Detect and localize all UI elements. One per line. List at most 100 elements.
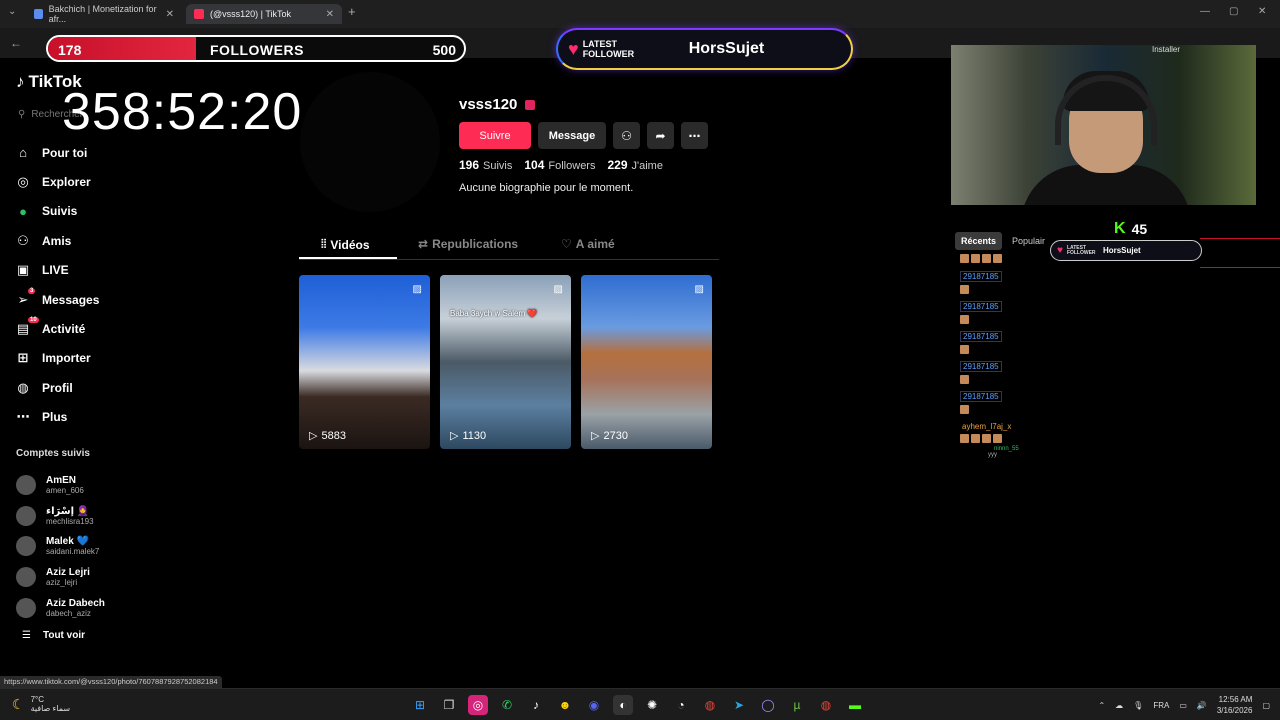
latest-follower-name: HorsSujet bbox=[688, 40, 765, 57]
maximize-icon[interactable]: ▢ bbox=[1229, 6, 1238, 17]
play-icon: ▷ bbox=[309, 430, 318, 442]
browser-icon[interactable]: ◯ bbox=[758, 695, 778, 715]
heart-outline-icon: ♡ bbox=[561, 237, 572, 251]
chrome-icon[interactable]: ◍ bbox=[700, 695, 720, 715]
following-account[interactable]: AmEN amen_606 bbox=[16, 470, 105, 501]
profile-username: vsss120 bbox=[459, 96, 536, 113]
see-all-link[interactable]: ☰ Tout voir bbox=[22, 630, 85, 641]
add-friend-icon[interactable]: ⚇ bbox=[613, 122, 640, 149]
following-account[interactable]: Aziz Dabech dabech_aziz bbox=[16, 592, 105, 623]
sidebar-item-suivis[interactable]: ● Suivis bbox=[14, 197, 264, 226]
share-icon[interactable]: ➦ bbox=[647, 122, 674, 149]
utorrent-icon[interactable]: µ bbox=[787, 695, 807, 715]
chat-username[interactable]: 29187185 bbox=[960, 271, 1002, 282]
following-account[interactable]: إسْرَاء 🧕 mechlisra193 bbox=[16, 501, 105, 532]
message-button[interactable]: Message bbox=[538, 122, 606, 149]
minimize-icon[interactable]: — bbox=[1200, 6, 1210, 17]
view-count: ▷ 2730 bbox=[591, 429, 628, 443]
profile-icon: ◍ bbox=[17, 379, 29, 395]
video-thumbnail[interactable]: ▨ ▷ 2730 bbox=[581, 275, 712, 449]
snapchat-icon[interactable]: ☻ bbox=[555, 695, 575, 715]
compass-icon: ◎ bbox=[17, 174, 29, 190]
sidebar-item-importer[interactable]: ⊞ Importer bbox=[14, 344, 264, 373]
heart-badge-icon bbox=[525, 99, 536, 110]
sidebar-item-explorer[interactable]: ◎ Explorer bbox=[14, 167, 264, 196]
chrome-icon[interactable]: ◍ bbox=[816, 695, 836, 715]
kick-viewer-count: K 45 bbox=[1114, 220, 1148, 237]
chat-username[interactable]: 29187185 bbox=[960, 301, 1002, 312]
following-stat[interactable]: 196 Suivis bbox=[459, 158, 512, 172]
chat-username[interactable]: 29187185 bbox=[960, 391, 1002, 402]
sidebar-item-amis[interactable]: ⚇ Amis bbox=[14, 226, 264, 255]
whatsapp-icon[interactable]: ✆ bbox=[497, 695, 517, 715]
microphone-icon[interactable]: 🎙 bbox=[1133, 701, 1143, 710]
following-icon: ● bbox=[19, 203, 27, 219]
chevron-up-icon[interactable]: ⌃ bbox=[1098, 701, 1105, 710]
volume-icon[interactable]: 🔊 bbox=[1197, 701, 1207, 710]
tiktok-favicon-icon bbox=[194, 9, 204, 19]
video-thumbnail[interactable]: ▨ Baba 3aych w Salem ❤️ ▷ 1130 bbox=[440, 275, 571, 449]
chat-username[interactable]: ayhem_l7aj_x bbox=[960, 422, 1013, 431]
chat-username[interactable]: 29187185 bbox=[960, 361, 1002, 372]
friends-icon: ⚇ bbox=[17, 232, 29, 248]
sidebar-item-pour-toi[interactable]: ⌂ Pour toi bbox=[14, 138, 264, 167]
new-tab-icon[interactable]: + bbox=[348, 4, 356, 19]
cloud-icon[interactable]: ☁ bbox=[1115, 701, 1123, 710]
telegram-icon[interactable]: ➤ bbox=[729, 695, 749, 715]
chatgpt-icon[interactable]: ✺ bbox=[642, 695, 662, 715]
active-tab-underline bbox=[299, 257, 397, 259]
photo-mode-icon: ▨ bbox=[412, 284, 422, 295]
chat-message: 29187185 bbox=[960, 356, 1050, 386]
upload-icon: ⊞ bbox=[17, 350, 29, 366]
follow-button[interactable]: Suivre bbox=[459, 122, 531, 149]
sidebar-item-plus[interactable]: ⋯ Plus bbox=[14, 403, 264, 432]
close-tab-icon[interactable]: ✕ bbox=[326, 9, 334, 20]
search-icon: ⚲ bbox=[18, 108, 26, 120]
tab-videos[interactable]: ⦙⦙ Vidéos bbox=[321, 237, 370, 252]
emote-row bbox=[960, 254, 1050, 266]
instagram-icon[interactable]: ◎ bbox=[468, 695, 488, 715]
following-account[interactable]: Aziz Lejri aziz_lejri bbox=[16, 562, 105, 593]
following-account[interactable]: Malek 💙 saidani.malek7 bbox=[16, 531, 105, 562]
tiktok-icon[interactable]: ♪ bbox=[526, 695, 546, 715]
clock[interactable]: 12:56 AM 3/16/2026 bbox=[1217, 694, 1253, 716]
chat-tab-recent[interactable]: Récents bbox=[955, 232, 1003, 250]
back-icon[interactable]: ← bbox=[10, 36, 22, 50]
network-icon[interactable]: ▭ bbox=[1179, 701, 1187, 710]
tab-search-icon[interactable]: ⌄ bbox=[8, 6, 16, 17]
chat-message-text: yyy bbox=[988, 452, 997, 458]
windows-start-icon[interactable]: ⊞ bbox=[410, 695, 430, 715]
chat-tab-popular[interactable]: Populair bbox=[1006, 232, 1051, 250]
sidebar-item-messages[interactable]: ➢ 3 Messages bbox=[14, 285, 264, 314]
messages-icon: ➢ bbox=[17, 291, 29, 307]
tab-republications[interactable]: ⇄ Republications bbox=[418, 237, 518, 251]
close-tab-icon[interactable]: ✕ bbox=[166, 9, 174, 20]
close-window-icon[interactable]: ✕ bbox=[1258, 6, 1266, 17]
sidebar-item-profil[interactable]: ◍ Profil bbox=[14, 373, 264, 402]
chat-message: ayhem_l7aj_x bbox=[960, 416, 1080, 446]
task-view-icon[interactable]: ❐ bbox=[439, 695, 459, 715]
sidebar-item-live[interactable]: ▣ LIVE bbox=[14, 256, 264, 285]
heart-icon: ♥ bbox=[1057, 245, 1063, 256]
sidebar-item-activite[interactable]: ▤ 10 Activité bbox=[14, 314, 264, 343]
discord-icon[interactable]: ◉ bbox=[584, 695, 604, 715]
obs-icon[interactable]: ◐ bbox=[613, 695, 633, 715]
weather-widget[interactable]: ☾ 7°C سماء صافية bbox=[12, 695, 70, 713]
terminal-icon[interactable]: ▬ bbox=[845, 695, 865, 715]
browser-tab-tiktok[interactable]: (@vsss120) | TikTok ✕ bbox=[186, 4, 342, 24]
repost-icon: ⇄ bbox=[418, 237, 429, 251]
latest-follower-label: LATEST FOLLOWER bbox=[582, 39, 635, 59]
more-options-icon[interactable]: ⋯ bbox=[681, 122, 708, 149]
tab-liked[interactable]: ♡ A aimé bbox=[561, 237, 615, 251]
chat-username[interactable]: 29187185 bbox=[960, 331, 1002, 342]
view-count: ▷ 1130 bbox=[450, 429, 487, 443]
followers-stat[interactable]: 104 Followers bbox=[524, 158, 595, 172]
language-indicator[interactable]: FRA bbox=[1153, 701, 1169, 710]
heart-icon: ♥ bbox=[568, 38, 579, 59]
profile-avatar bbox=[300, 72, 440, 212]
speedometer-icon[interactable]: ◔ bbox=[671, 695, 691, 715]
browser-tab-bakchich[interactable]: Bakchich | Monetization for afr... ✕ bbox=[26, 4, 182, 24]
stream-timer: 358:52:20 bbox=[62, 83, 303, 141]
notifications-icon[interactable]: ▢ bbox=[1262, 701, 1270, 710]
video-thumbnail[interactable]: ▨ ▷ 5883 bbox=[299, 275, 430, 449]
